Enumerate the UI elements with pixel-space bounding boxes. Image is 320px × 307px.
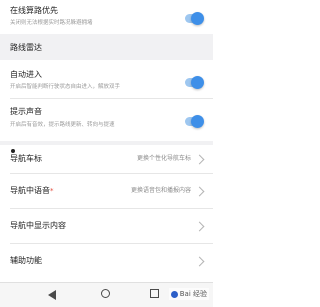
new-indicator: *	[50, 187, 54, 195]
setting-online-first[interactable]: 在线算路优先 关闭则无法根据实时路况躲避拥堵	[0, 0, 213, 34]
baidu-jingyan-watermark: Bai 经验	[168, 288, 209, 300]
online-first-toggle[interactable]	[185, 12, 204, 25]
setting-voice-prompt[interactable]: 提示声音 开启后有音效，提示路线更新、转向与提速	[0, 99, 213, 141]
setting-nav-display[interactable]: 导航中显示内容	[0, 209, 213, 243]
auto-enter-title: 自动进入	[10, 70, 42, 79]
voice-prompt-subtitle: 开启后有音效，提示路线更新、转向与提速	[10, 122, 115, 128]
setting-nav-voice[interactable]: 导航中语音* 更换语音包和播报内容	[0, 174, 213, 208]
toggle-knob	[191, 12, 204, 25]
voice-prompt-toggle[interactable]	[185, 115, 204, 128]
chevron-right-icon	[194, 256, 205, 267]
chevron-right-icon	[194, 154, 205, 165]
nav-display-title: 导航中显示内容	[10, 221, 66, 230]
route-radar-header: 路线雷达	[10, 43, 42, 52]
back-icon[interactable]	[48, 290, 56, 300]
nav-voice-desc: 更换语音包和播报内容	[130, 187, 191, 194]
online-first-subtitle: 关闭则无法根据实时路况躲避拥堵	[10, 20, 93, 26]
nav-car-icon-desc: 更换个性化导航车标	[136, 155, 191, 162]
toggle-knob	[191, 115, 204, 128]
home-icon[interactable]	[101, 289, 110, 298]
toggle-knob	[191, 76, 204, 89]
section-route-radar: 路线雷达	[0, 34, 213, 60]
chevron-right-icon	[194, 221, 205, 232]
nav-car-icon-title: 导航车标	[10, 154, 42, 163]
setting-auto-enter[interactable]: 自动进入 开启后智能判断行驶状态自由进入，解放双手	[0, 60, 213, 98]
accessibility-title: 辅助功能	[10, 256, 42, 265]
auto-enter-subtitle: 开启后智能判断行驶状态自由进入，解放双手	[10, 84, 121, 90]
baidu-paw-icon	[170, 290, 178, 298]
voice-prompt-title: 提示声音	[10, 107, 42, 116]
bullet-dot	[11, 149, 15, 153]
watermark-text: Bai 经验	[179, 290, 207, 298]
auto-enter-toggle[interactable]	[185, 76, 204, 89]
recent-apps-icon[interactable]	[150, 289, 159, 298]
nav-voice-label: 导航中语音	[10, 186, 50, 195]
online-first-title: 在线算路优先	[10, 6, 58, 15]
nav-voice-title: 导航中语音*	[10, 186, 54, 196]
setting-nav-car-icon[interactable]: 导航车标 更换个性化导航车标	[0, 145, 213, 173]
setting-accessibility[interactable]: 辅助功能	[0, 244, 213, 280]
chevron-right-icon	[194, 186, 205, 197]
